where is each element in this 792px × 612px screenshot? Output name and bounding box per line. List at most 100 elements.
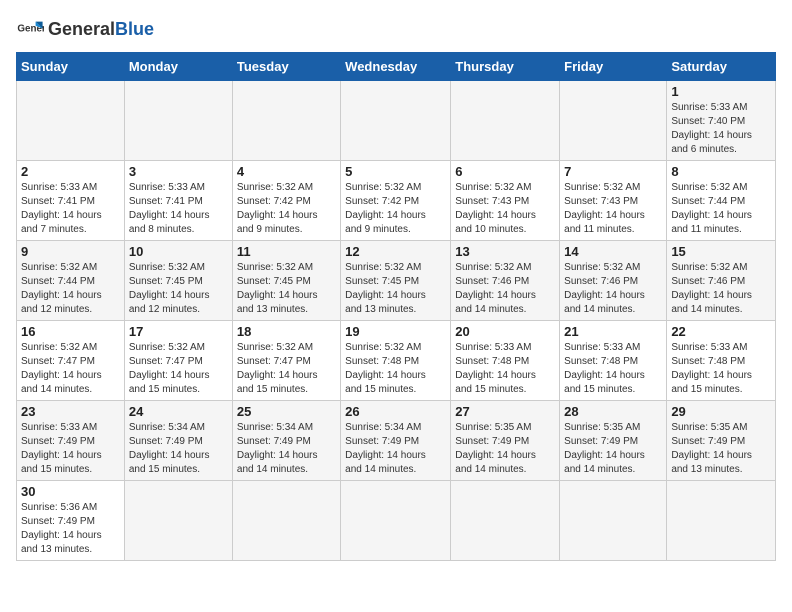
calendar-week-row: 1Sunrise: 5:33 AM Sunset: 7:40 PM Daylig… xyxy=(17,81,776,161)
day-number: 6 xyxy=(455,164,555,179)
calendar-cell: 13 Sunrise: 5:32 AM Sunset: 7:46 PM Dayli… xyxy=(451,241,560,321)
day-number: 3 xyxy=(129,164,228,179)
calendar-cell: 28 Sunrise: 5:35 AM Sunset: 7:49 PM Dayli… xyxy=(560,401,667,481)
day-number: 20 xyxy=(455,324,555,339)
day-number: 13 xyxy=(455,244,555,259)
day-number: 12 xyxy=(345,244,446,259)
calendar-cell: 6 Sunrise: 5:32 AM Sunset: 7:43 PM Daylig… xyxy=(451,161,560,241)
day-number: 17 xyxy=(129,324,228,339)
day-info: Sunrise: 5:32 AM Sunset: 7:45 PM Dayligh… xyxy=(345,261,446,317)
calendar-cell xyxy=(451,81,560,161)
day-info: Sunrise: 5:36 AM Sunset: 7:49 PM Dayligh… xyxy=(21,501,120,557)
calendar-cell: 23Sunrise: 5:33 AM Sunset: 7:49 PM Dayli… xyxy=(17,401,125,481)
calendar-col-friday: Friday xyxy=(560,53,667,81)
day-info: Sunrise: 5:32 AM Sunset: 7:47 PM Dayligh… xyxy=(129,341,228,397)
day-info: Sunrise: 5:33 AM Sunset: 7:41 PM Dayligh… xyxy=(21,181,120,237)
calendar-cell: 7Sunrise: 5:32 AM Sunset: 7:43 PM Daylig… xyxy=(560,161,667,241)
day-info: Sunrise: 5:32 AM Sunset: 7:42 PM Dayligh… xyxy=(237,181,336,237)
calendar-col-thursday: Thursday xyxy=(451,53,560,81)
day-number: 21 xyxy=(564,324,662,339)
logo-text: GeneralBlue xyxy=(48,20,154,40)
day-info: Sunrise: 5:33 AM Sunset: 7:48 PM Dayligh… xyxy=(455,341,555,397)
calendar-cell: 3Sunrise: 5:33 AM Sunset: 7:41 PM Daylig… xyxy=(124,161,232,241)
day-info: Sunrise: 5:32 AM Sunset: 7:47 PM Dayligh… xyxy=(21,341,120,397)
day-number: 28 xyxy=(564,404,662,419)
calendar-cell: 29 Sunrise: 5:35 AM Sunset: 7:49 PM Dayli… xyxy=(667,401,776,481)
day-number: 23 xyxy=(21,404,120,419)
calendar-cell: 30 Sunrise: 5:36 AM Sunset: 7:49 PM Dayli… xyxy=(17,481,125,561)
logo-icon: General xyxy=(16,16,44,44)
day-number: 29 xyxy=(671,404,771,419)
calendar-cell: 26 Sunrise: 5:34 AM Sunset: 7:49 PM Dayli… xyxy=(341,401,451,481)
calendar-cell: 22Sunrise: 5:33 AM Sunset: 7:48 PM Dayli… xyxy=(667,321,776,401)
calendar-week-row: 30 Sunrise: 5:36 AM Sunset: 7:49 PM Dayli… xyxy=(17,481,776,561)
day-info: Sunrise: 5:35 AM Sunset: 7:49 PM Dayligh… xyxy=(671,421,771,477)
day-info: Sunrise: 5:32 AM Sunset: 7:44 PM Dayligh… xyxy=(21,261,120,317)
calendar-cell: 27 Sunrise: 5:35 AM Sunset: 7:49 PM Dayli… xyxy=(451,401,560,481)
calendar-cell xyxy=(341,481,451,561)
day-info: Sunrise: 5:32 AM Sunset: 7:44 PM Dayligh… xyxy=(671,181,771,237)
day-info: Sunrise: 5:32 AM Sunset: 7:48 PM Dayligh… xyxy=(345,341,446,397)
calendar-cell: 20 Sunrise: 5:33 AM Sunset: 7:48 PM Dayli… xyxy=(451,321,560,401)
day-number: 14 xyxy=(564,244,662,259)
day-info: Sunrise: 5:32 AM Sunset: 7:47 PM Dayligh… xyxy=(237,341,336,397)
day-info: Sunrise: 5:34 AM Sunset: 7:49 PM Dayligh… xyxy=(345,421,446,477)
day-info: Sunrise: 5:33 AM Sunset: 7:48 PM Dayligh… xyxy=(671,341,771,397)
day-info: Sunrise: 5:32 AM Sunset: 7:43 PM Dayligh… xyxy=(455,181,555,237)
day-number: 8 xyxy=(671,164,771,179)
calendar-cell xyxy=(124,81,232,161)
calendar-week-row: 9 Sunrise: 5:32 AM Sunset: 7:44 PM Daylig… xyxy=(17,241,776,321)
day-info: Sunrise: 5:32 AM Sunset: 7:42 PM Dayligh… xyxy=(345,181,446,237)
calendar-col-wednesday: Wednesday xyxy=(341,53,451,81)
calendar-cell xyxy=(560,81,667,161)
calendar-cell: 8 Sunrise: 5:32 AM Sunset: 7:44 PM Daylig… xyxy=(667,161,776,241)
calendar-cell xyxy=(667,481,776,561)
calendar-cell: 9 Sunrise: 5:32 AM Sunset: 7:44 PM Daylig… xyxy=(17,241,125,321)
calendar-cell: 15Sunrise: 5:32 AM Sunset: 7:46 PM Dayli… xyxy=(667,241,776,321)
calendar-header-row: SundayMondayTuesdayWednesdayThursdayFrid… xyxy=(17,53,776,81)
day-number: 4 xyxy=(237,164,336,179)
calendar-col-sunday: Sunday xyxy=(17,53,125,81)
calendar-cell: 4 Sunrise: 5:32 AM Sunset: 7:42 PM Daylig… xyxy=(232,161,340,241)
day-number: 18 xyxy=(237,324,336,339)
calendar-cell: 11Sunrise: 5:32 AM Sunset: 7:45 PM Dayli… xyxy=(232,241,340,321)
calendar-cell: 25 Sunrise: 5:34 AM Sunset: 7:49 PM Dayli… xyxy=(232,401,340,481)
day-info: Sunrise: 5:32 AM Sunset: 7:46 PM Dayligh… xyxy=(455,261,555,317)
day-number: 26 xyxy=(345,404,446,419)
day-number: 9 xyxy=(21,244,120,259)
day-info: Sunrise: 5:32 AM Sunset: 7:45 PM Dayligh… xyxy=(129,261,228,317)
page-header: General GeneralBlue xyxy=(16,16,776,44)
calendar-cell: 12 Sunrise: 5:32 AM Sunset: 7:45 PM Dayli… xyxy=(341,241,451,321)
day-number: 24 xyxy=(129,404,228,419)
calendar-cell: 17 Sunrise: 5:32 AM Sunset: 7:47 PM Dayli… xyxy=(124,321,232,401)
day-info: Sunrise: 5:32 AM Sunset: 7:46 PM Dayligh… xyxy=(671,261,771,317)
calendar-table: SundayMondayTuesdayWednesdayThursdayFrid… xyxy=(16,52,776,561)
calendar-cell xyxy=(560,481,667,561)
day-info: Sunrise: 5:32 AM Sunset: 7:45 PM Dayligh… xyxy=(237,261,336,317)
day-number: 30 xyxy=(21,484,120,499)
calendar-week-row: 2 Sunrise: 5:33 AM Sunset: 7:41 PM Daylig… xyxy=(17,161,776,241)
calendar-cell: 18 Sunrise: 5:32 AM Sunset: 7:47 PM Dayli… xyxy=(232,321,340,401)
day-info: Sunrise: 5:34 AM Sunset: 7:49 PM Dayligh… xyxy=(237,421,336,477)
calendar-cell: 14 Sunrise: 5:32 AM Sunset: 7:46 PM Dayli… xyxy=(560,241,667,321)
day-number: 10 xyxy=(129,244,228,259)
calendar-cell xyxy=(451,481,560,561)
day-number: 5 xyxy=(345,164,446,179)
calendar-cell xyxy=(124,481,232,561)
calendar-cell xyxy=(232,481,340,561)
day-info: Sunrise: 5:35 AM Sunset: 7:49 PM Dayligh… xyxy=(455,421,555,477)
calendar-cell xyxy=(341,81,451,161)
day-number: 25 xyxy=(237,404,336,419)
day-number: 7 xyxy=(564,164,662,179)
calendar-col-tuesday: Tuesday xyxy=(232,53,340,81)
calendar-col-saturday: Saturday xyxy=(667,53,776,81)
calendar-cell: 16Sunrise: 5:32 AM Sunset: 7:47 PM Dayli… xyxy=(17,321,125,401)
day-number: 2 xyxy=(21,164,120,179)
day-info: Sunrise: 5:34 AM Sunset: 7:49 PM Dayligh… xyxy=(129,421,228,477)
day-info: Sunrise: 5:32 AM Sunset: 7:46 PM Dayligh… xyxy=(564,261,662,317)
day-info: Sunrise: 5:35 AM Sunset: 7:49 PM Dayligh… xyxy=(564,421,662,477)
calendar-cell: 10 Sunrise: 5:32 AM Sunset: 7:45 PM Dayli… xyxy=(124,241,232,321)
logo: General GeneralBlue xyxy=(16,16,154,44)
calendar-week-row: 23Sunrise: 5:33 AM Sunset: 7:49 PM Dayli… xyxy=(17,401,776,481)
day-number: 27 xyxy=(455,404,555,419)
